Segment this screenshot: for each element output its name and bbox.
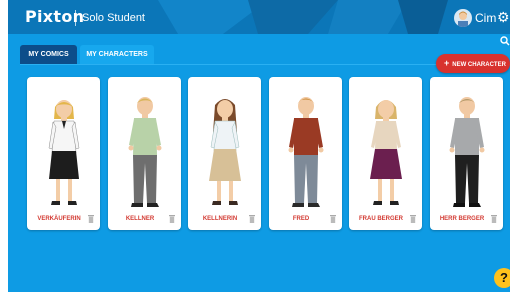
trash-icon[interactable]: [491, 215, 497, 223]
plus-icon: +: [444, 58, 450, 68]
app-window: Pixton Solo Student Cim ⚙ MY COMICS MY C…: [8, 0, 510, 292]
character-name[interactable]: HERR BERGER: [434, 216, 490, 222]
tab-my-comics[interactable]: MY COMICS: [20, 45, 77, 64]
trash-icon[interactable]: [410, 215, 416, 223]
trash-icon[interactable]: [169, 215, 175, 223]
character-figure-fred: [288, 97, 324, 207]
character-card[interactable]: VERKÄUFERIN: [27, 77, 100, 230]
header-divider: [75, 10, 76, 26]
gear-icon[interactable]: ⚙: [497, 9, 510, 25]
help-button[interactable]: ?: [494, 268, 510, 288]
new-character-label: NEW CHARACTER: [452, 62, 506, 68]
trash-icon[interactable]: [249, 215, 255, 223]
character-figure-verkaeuferin: [48, 100, 80, 205]
character-name[interactable]: KELLNER: [112, 216, 168, 222]
character-name[interactable]: FRAU BERGER: [353, 216, 409, 222]
character-card[interactable]: KELLNER: [108, 77, 181, 230]
username-label[interactable]: Cim: [475, 11, 496, 25]
account-type-label: Solo Student: [82, 12, 145, 24]
character-figure-kellner: [128, 97, 162, 207]
character-figure-kellnerin: [209, 99, 241, 205]
character-card[interactable]: KELLNERIN: [188, 77, 261, 230]
character-name[interactable]: VERKÄUFERIN: [31, 216, 87, 222]
top-bar: Pixton Solo Student Cim ⚙: [8, 0, 510, 34]
character-name[interactable]: FRED: [273, 216, 329, 222]
new-character-button[interactable]: + NEW CHARACTER: [436, 54, 510, 73]
character-card[interactable]: FRED: [269, 77, 342, 230]
character-name[interactable]: KELLNERIN: [192, 216, 248, 222]
character-card[interactable]: FRAU BERGER: [349, 77, 422, 230]
trash-icon[interactable]: [88, 215, 94, 223]
character-card[interactable]: HERR BERGER: [430, 77, 503, 230]
trash-icon[interactable]: [330, 215, 336, 223]
character-figure-frau-berger: [370, 100, 402, 205]
character-figure-herr-berger: [449, 97, 485, 207]
user-avatar[interactable]: [454, 9, 472, 27]
tab-my-characters[interactable]: MY CHARACTERS: [80, 45, 154, 64]
search-icon[interactable]: [500, 36, 510, 48]
